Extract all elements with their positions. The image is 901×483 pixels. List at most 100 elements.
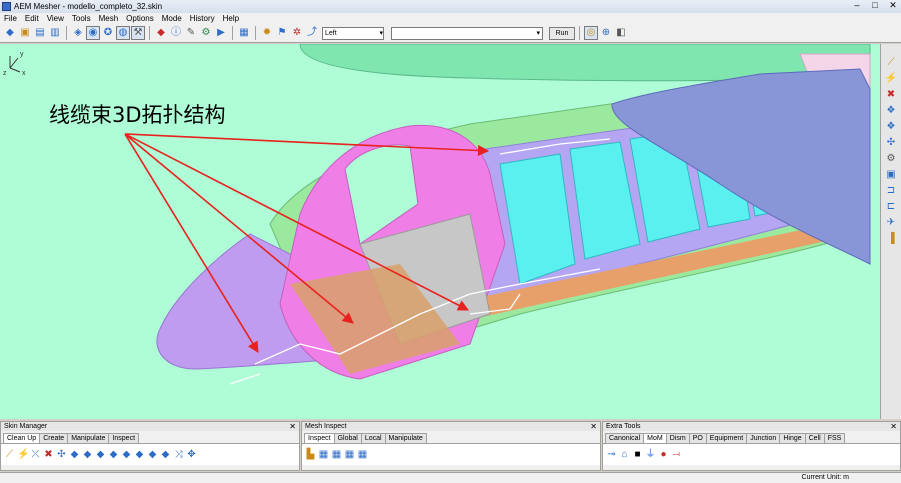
- 3d-viewport[interactable]: y x z 线缆束3D拓扑结构: [0, 44, 880, 419]
- surface-icon[interactable]: ◆: [121, 449, 132, 461]
- surface-icon[interactable]: ◆: [147, 449, 158, 461]
- move-icon[interactable]: ✣: [884, 136, 899, 150]
- menu-view[interactable]: View: [47, 14, 64, 23]
- split-icon[interactable]: ❖: [884, 120, 899, 134]
- star-icon[interactable]: ✲: [290, 26, 304, 40]
- target-icon[interactable]: ◎: [584, 26, 598, 40]
- gear-icon[interactable]: ⚙: [884, 152, 899, 166]
- block-icon[interactable]: ■: [632, 449, 643, 461]
- surface-icon[interactable]: ◆: [134, 449, 145, 461]
- surface-icon[interactable]: ◍: [116, 26, 130, 40]
- save-icon[interactable]: ▤: [33, 26, 47, 40]
- menu-history[interactable]: History: [190, 14, 215, 23]
- flag-icon[interactable]: ⚑: [275, 26, 289, 40]
- histogram-icon[interactable]: ▙: [305, 449, 316, 461]
- tab-equipment[interactable]: Equipment: [705, 433, 748, 443]
- command-select[interactable]: ▾: [391, 26, 543, 40]
- branch-icon[interactable]: ⤙: [671, 449, 682, 461]
- stack-icon[interactable]: ●: [658, 449, 669, 461]
- menu-help[interactable]: Help: [223, 14, 239, 23]
- minimize-button[interactable]: –: [851, 0, 863, 11]
- tab-manipulate[interactable]: Manipulate: [384, 433, 427, 443]
- toolbar-separator: [232, 26, 233, 40]
- plane-icon[interactable]: ✈: [884, 216, 899, 230]
- tab-canonical[interactable]: Canonical: [605, 433, 645, 443]
- menu-tools[interactable]: Tools: [72, 14, 91, 23]
- tab-create[interactable]: Create: [39, 433, 69, 443]
- panel-title: Mesh Inspect: [305, 423, 347, 430]
- bracket-right-icon[interactable]: ⊐: [884, 184, 899, 198]
- color-icon[interactable]: ◆: [154, 26, 168, 40]
- surface-icon[interactable]: ◆: [108, 449, 119, 461]
- wire-icon[interactable]: ✪: [101, 26, 115, 40]
- save-as-icon[interactable]: ▥: [48, 26, 62, 40]
- tab-junction[interactable]: Junction: [746, 433, 781, 443]
- tab-local[interactable]: Local: [360, 433, 386, 443]
- tab-cell[interactable]: Cell: [804, 433, 825, 443]
- link-icon[interactable]: ⚡: [17, 449, 29, 461]
- hammer-icon[interactable]: ⚒: [131, 26, 145, 40]
- merge-icon[interactable]: ❖: [884, 104, 899, 118]
- menu-options[interactable]: Options: [126, 14, 154, 23]
- chevron-down-icon: ▾: [379, 30, 383, 37]
- ground-icon[interactable]: ⏚: [645, 449, 656, 461]
- close-icon[interactable]: ✕: [590, 422, 600, 431]
- tab-inspect[interactable]: Inspect: [108, 433, 140, 443]
- cut-icon[interactable]: ⤫: [30, 449, 41, 461]
- tab-inspect[interactable]: Inspect: [304, 433, 335, 443]
- run-button[interactable]: Run: [549, 26, 575, 40]
- close-icon[interactable]: ✕: [289, 422, 299, 431]
- tab-mom[interactable]: MoM: [643, 433, 667, 443]
- open-icon[interactable]: ◆: [3, 26, 17, 40]
- tab-manipulate[interactable]: Manipulate: [67, 433, 110, 443]
- line-icon[interactable]: ⟋: [4, 449, 15, 461]
- fit-icon[interactable]: ◧: [614, 26, 628, 40]
- bracket-left-icon[interactable]: ⊏: [884, 200, 899, 214]
- mesh-view-icon[interactable]: ◉: [86, 26, 100, 40]
- surface-icon[interactable]: ◆: [69, 449, 80, 461]
- box-icon[interactable]: ▣: [884, 168, 899, 182]
- view-select[interactable]: Left ▾: [322, 26, 384, 40]
- close-button[interactable]: ✕: [887, 0, 899, 11]
- pencil-icon[interactable]: ✎: [184, 26, 198, 40]
- house-icon[interactable]: ⌂: [619, 449, 630, 461]
- delete-icon[interactable]: ✖: [884, 88, 899, 102]
- toolbar-separator: [149, 26, 150, 40]
- menu-edit[interactable]: Edit: [25, 14, 39, 23]
- surface-icon[interactable]: ◆: [82, 449, 93, 461]
- line-icon[interactable]: ⟋: [884, 56, 899, 70]
- edit-icon[interactable]: ▣: [18, 26, 32, 40]
- bar-chart-icon[interactable]: ▐: [884, 232, 899, 246]
- export-icon[interactable]: ▶: [214, 26, 228, 40]
- grid-icon[interactable]: ▦: [237, 26, 251, 40]
- zoom-icon[interactable]: ⊕: [599, 26, 613, 40]
- mesh-icon[interactable]: ▦: [357, 449, 368, 461]
- surface-icon[interactable]: ◆: [95, 449, 106, 461]
- delete-icon[interactable]: ✖: [43, 449, 54, 461]
- tab-dism[interactable]: Dism: [665, 433, 690, 443]
- surface-icon[interactable]: ◆: [160, 449, 171, 461]
- light-icon[interactable]: ✹: [260, 26, 274, 40]
- mesh-icon[interactable]: ▦: [344, 449, 355, 461]
- curve-icon[interactable]: ⤴: [305, 26, 319, 40]
- tab-hinge[interactable]: Hinge: [779, 433, 806, 443]
- probe-icon[interactable]: ⊸: [606, 449, 617, 461]
- tab-po[interactable]: PO: [688, 433, 707, 443]
- transform-icon[interactable]: ✥: [186, 449, 197, 461]
- maximize-button[interactable]: □: [869, 0, 881, 11]
- tab-fss[interactable]: FSS: [823, 433, 846, 443]
- tab-global[interactable]: Global: [333, 433, 362, 443]
- swap-icon[interactable]: ⤨: [173, 449, 184, 461]
- move-icon[interactable]: ✣: [56, 449, 67, 461]
- menu-mesh[interactable]: Mesh: [99, 14, 119, 23]
- mesh-icon[interactable]: ▦: [318, 449, 329, 461]
- settings-icon[interactable]: ⚙: [199, 26, 213, 40]
- mesh-icon[interactable]: ▦: [331, 449, 342, 461]
- shade-icon[interactable]: ◈: [71, 26, 85, 40]
- tab-clean-up[interactable]: Clean Up: [3, 433, 41, 443]
- menu-file[interactable]: File: [4, 14, 17, 23]
- link-icon[interactable]: ⚡: [884, 72, 899, 86]
- info-icon[interactable]: ⓘ: [169, 26, 183, 40]
- menu-mode[interactable]: Mode: [162, 14, 182, 23]
- close-icon[interactable]: ✕: [890, 422, 900, 431]
